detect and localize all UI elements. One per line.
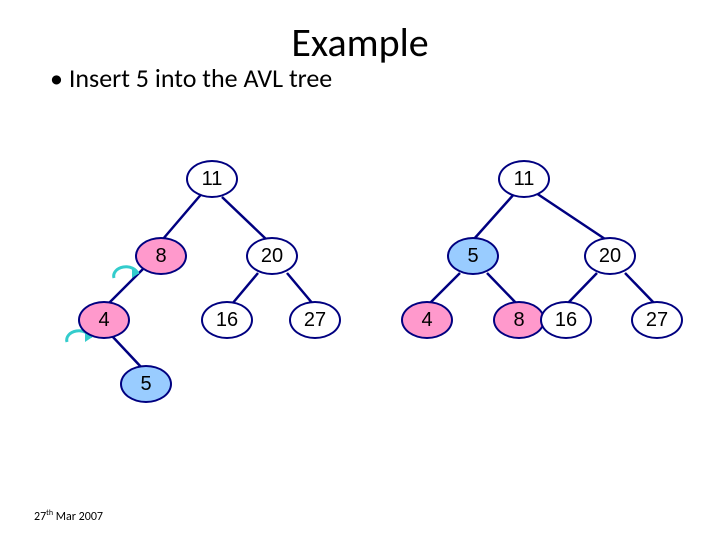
tree-node: 16 — [540, 301, 592, 339]
tree-node: 16 — [201, 301, 253, 339]
tree-node: 8 — [493, 301, 545, 339]
tree-node: 11 — [498, 160, 550, 198]
tree-node: 4 — [401, 301, 453, 339]
avl-diagram: 11 8 20 4 16 27 5 11 5 20 4 8 16 27 — [0, 140, 720, 480]
footer-rest: Mar 2007 — [53, 510, 103, 524]
tree-node: 11 — [186, 160, 238, 198]
tree-node: 5 — [447, 237, 499, 275]
tree-node: 20 — [584, 237, 636, 275]
tree-node: 27 — [289, 301, 341, 339]
tree-node: 20 — [246, 237, 298, 275]
rotation-arrow-icon — [110, 264, 144, 286]
bullet-text: Insert 5 into the AVL tree — [50, 62, 332, 94]
tree-node: 27 — [631, 301, 683, 339]
tree-node: 4 — [78, 301, 130, 339]
footer-date: 27th Mar 2007 — [34, 508, 103, 524]
tree-node: 5 — [120, 365, 172, 403]
page-title: Example — [0, 18, 720, 67]
tree-node: 8 — [135, 237, 187, 275]
footer-day: 27 — [34, 510, 46, 524]
